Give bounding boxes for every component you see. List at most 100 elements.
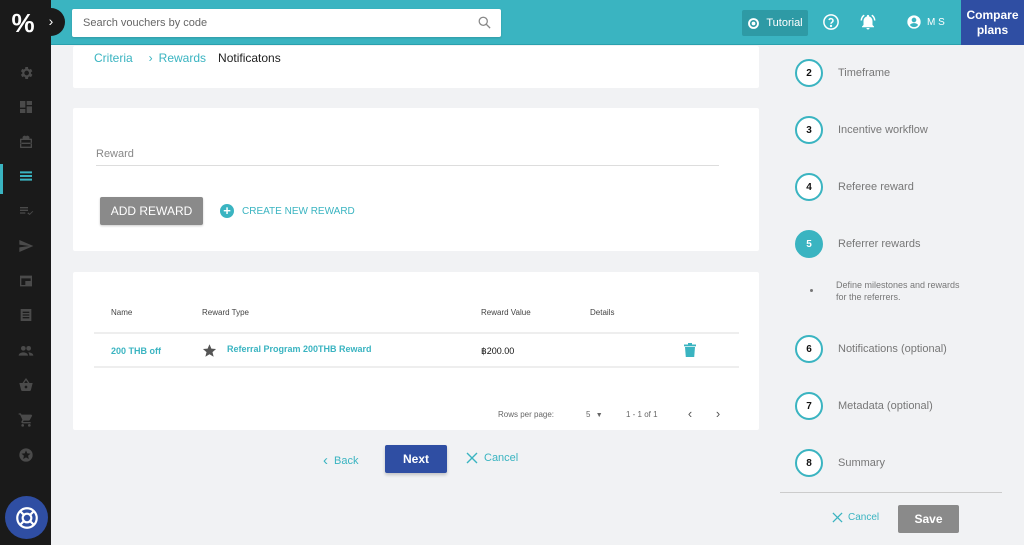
column-header-reward-type[interactable]: Reward Type [202, 308, 249, 317]
trash-icon[interactable] [684, 343, 696, 357]
step-label: Referee reward [838, 181, 914, 193]
lifebuoy-icon [15, 506, 38, 529]
rows-per-page-label: Rows per page: [498, 410, 555, 419]
chevron-right-icon: › [148, 51, 153, 65]
divider [780, 492, 1002, 493]
notification-bell-icon[interactable] [859, 13, 877, 31]
sidebar-item-gifts[interactable] [0, 127, 51, 157]
sidebar-item-documents[interactable] [0, 300, 51, 330]
step-notifications[interactable]: 6 Notifications (optional) [795, 335, 947, 363]
add-reward-button[interactable]: ADD REWARD [100, 197, 203, 225]
logo[interactable]: % [8, 8, 38, 38]
step-number: 2 [795, 59, 823, 87]
chevron-right-icon: › [48, 13, 54, 29]
search-input[interactable] [72, 9, 462, 37]
sidebar-item-loyalty[interactable] [0, 440, 51, 470]
step-incentive-workflow[interactable]: 3 Incentive workflow [795, 116, 928, 144]
breadcrumb-criteria[interactable]: Criteria [94, 51, 133, 65]
sidebar-cancel-label: Cancel [848, 512, 880, 523]
caret-down-icon: ▼ [595, 412, 603, 419]
save-button[interactable]: Save [898, 505, 959, 533]
help-circle-icon[interactable] [822, 13, 840, 31]
user-avatar-icon [907, 15, 921, 29]
sidebar-item-distributions[interactable] [0, 231, 51, 261]
search-icon[interactable] [477, 15, 492, 30]
step-referrer-rewards[interactable]: 5 Referrer rewards [795, 230, 921, 258]
pagination-range: 1 - 1 of 1 [626, 410, 658, 419]
sidebar-item-landing-pages[interactable] [0, 266, 51, 296]
reward-name-link[interactable]: 200 THB off [111, 346, 161, 356]
sidebar-item-dashboard[interactable] [0, 92, 51, 122]
top-bar: Tutorial M S Compare plans [51, 0, 1024, 45]
people-icon [18, 346, 33, 356]
chevron-right-icon: › [715, 406, 721, 421]
sidebar-item-products[interactable] [0, 370, 51, 400]
checklist-icon [19, 207, 33, 215]
plus-circle-icon: + [220, 204, 234, 218]
sidebar: % [0, 0, 51, 545]
reward-type-link[interactable]: Referral Program 200THB Reward [227, 344, 372, 354]
sidebar-item-validations[interactable] [0, 196, 51, 226]
column-header-details[interactable]: Details [590, 308, 614, 317]
tutorial-label: Tutorial [766, 17, 803, 29]
cart-icon [18, 413, 32, 427]
sidebar-cancel-button[interactable]: Cancel [832, 512, 879, 523]
reward-form-card: Reward ADD REWARD + CREATE NEW REWARD [73, 108, 759, 251]
column-header-name[interactable]: Name [111, 308, 132, 317]
create-new-reward-label: CREATE NEW REWARD [242, 205, 355, 217]
step-number: 6 [795, 335, 823, 363]
reward-value: ฿200.00 [481, 346, 515, 356]
step-number: 4 [795, 173, 823, 201]
reward-field[interactable]: Reward [96, 148, 719, 166]
tutorial-button[interactable]: Tutorial [742, 10, 808, 36]
table-header: Name Reward Type Reward Value Details [94, 300, 739, 334]
compare-label-line2: plans [976, 22, 1009, 37]
chevron-left-icon: ‹ [687, 406, 693, 421]
sidebar-item-campaigns[interactable] [0, 161, 51, 194]
dashboard-icon [19, 101, 32, 113]
step-timeframe[interactable]: 2 Timeframe [795, 59, 890, 87]
column-header-reward-value[interactable]: Reward Value [481, 308, 531, 317]
expand-sidebar-button[interactable]: › [37, 8, 65, 36]
step-summary[interactable]: 8 Summary [795, 449, 885, 477]
step-number: 7 [795, 392, 823, 420]
create-new-reward-link[interactable]: + CREATE NEW REWARD [220, 204, 355, 218]
user-menu[interactable]: M S [906, 14, 945, 30]
step-referee-reward[interactable]: 4 Referee reward [795, 173, 914, 201]
compare-plans-button[interactable]: Compare plans [961, 0, 1024, 45]
compass-icon [748, 17, 760, 29]
next-page-button[interactable]: › [710, 406, 726, 422]
sidebar-item-orders[interactable] [0, 405, 51, 435]
breadcrumb-current: Notificatons [218, 51, 281, 65]
sidebar-item-customers[interactable] [0, 336, 51, 366]
rows-per-page-value: 5 [586, 410, 591, 419]
sidebar-item-settings[interactable] [0, 58, 51, 88]
bullet-dot [810, 289, 813, 292]
basket-icon [18, 378, 33, 391]
step-metadata[interactable]: 7 Metadata (optional) [795, 392, 933, 420]
gear-icon [20, 67, 32, 79]
compare-label-line1: Compare [966, 8, 1019, 23]
cancel-button[interactable]: Cancel [466, 452, 518, 464]
document-icon [20, 309, 31, 321]
browser-window-icon [19, 275, 32, 287]
previous-page-button[interactable]: ‹ [682, 406, 698, 422]
reward-field-label: Reward [96, 148, 134, 160]
rewards-table-card: Name Reward Type Reward Value Details 20… [73, 272, 759, 430]
help-button[interactable] [5, 496, 48, 539]
cancel-label: Cancel [484, 452, 519, 464]
breadcrumb: Criteria › Rewards Notificatons [94, 51, 281, 65]
step-number: 3 [795, 116, 823, 144]
step-label: Incentive workflow [838, 124, 928, 136]
next-button[interactable]: Next [385, 445, 447, 473]
breadcrumb-rewards[interactable]: Rewards [159, 51, 206, 65]
step-description-line1: Define milestones and rewards [836, 280, 960, 290]
rows-per-page-select[interactable]: 5 ▼ [586, 410, 603, 419]
star-circle-icon [18, 448, 33, 462]
user-initials: M S [927, 16, 945, 28]
step-label: Summary [838, 457, 886, 469]
chevron-left-icon: ‹ [323, 452, 328, 469]
back-label: Back [334, 454, 359, 467]
step-description-line2: for the referrers. [836, 292, 901, 302]
back-button[interactable]: ‹ Back [323, 452, 358, 469]
